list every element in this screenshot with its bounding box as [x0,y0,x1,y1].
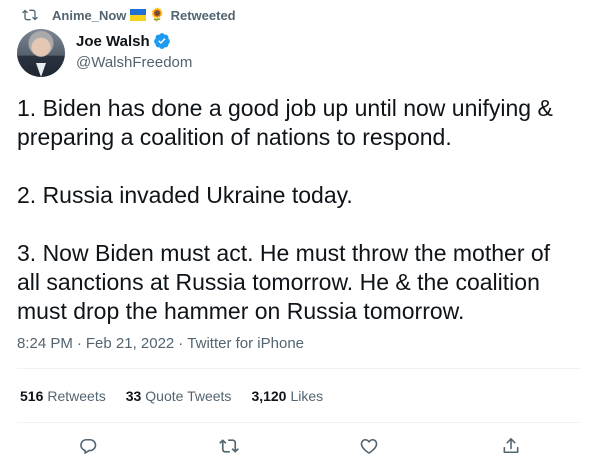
ukraine-flag-icon [130,9,147,21]
like-button[interactable] [355,432,383,460]
heart-icon [360,438,378,454]
retweeted-label: Retweeted [170,7,236,23]
quote-tweets-label: Quote Tweets [145,388,232,404]
meta-separator: · [76,335,82,352]
retweets-label: Retweets [47,388,106,404]
sunflower-icon: 🌻 [149,7,166,22]
retweets-count: 516 [20,388,44,404]
likes-stat[interactable]: 3,120 Likes [251,388,323,404]
likes-count: 3,120 [251,388,287,404]
retweets-stat[interactable]: 516 Retweets [20,388,106,404]
divider [17,368,581,369]
tweet-text: 1. Biden has done a good job up until no… [17,95,553,324]
share-icon [503,438,519,454]
author-name-row[interactable]: Joe Walsh [76,32,171,50]
meta-separator: · [178,335,184,352]
retweet-icon [22,9,38,21]
retweet-context: Anime_Now 🌻 Retweeted [22,7,236,23]
tweet-stats: 516 Retweets 33 Quote Tweets 3,120 Likes [20,388,343,404]
tweet-time[interactable]: 8:24 PM [17,335,73,352]
author-display-name[interactable]: Joe Walsh [76,33,150,50]
quote-tweets-stat[interactable]: 33 Quote Tweets [126,388,232,404]
avatar[interactable] [17,29,65,77]
retweeter-name[interactable]: Anime_Now [52,8,126,23]
reply-icon [80,438,97,454]
tweet-meta: 8:24 PM · Feb 21, 2022 · Twitter for iPhone [17,335,304,352]
retweet-button[interactable] [215,432,243,460]
quote-tweets-count: 33 [125,388,142,404]
divider [17,422,581,423]
likes-label: Likes [290,388,324,404]
author-handle[interactable]: @WalshFreedom [76,54,192,71]
tweet-actions [0,432,598,460]
reply-button[interactable] [74,432,102,460]
share-button[interactable] [497,432,525,460]
tweet-source[interactable]: Twitter for iPhone [187,335,304,352]
verified-badge-icon [153,33,170,49]
retweet-icon [219,439,239,453]
tweet-date[interactable]: Feb 21, 2022 [86,335,174,352]
